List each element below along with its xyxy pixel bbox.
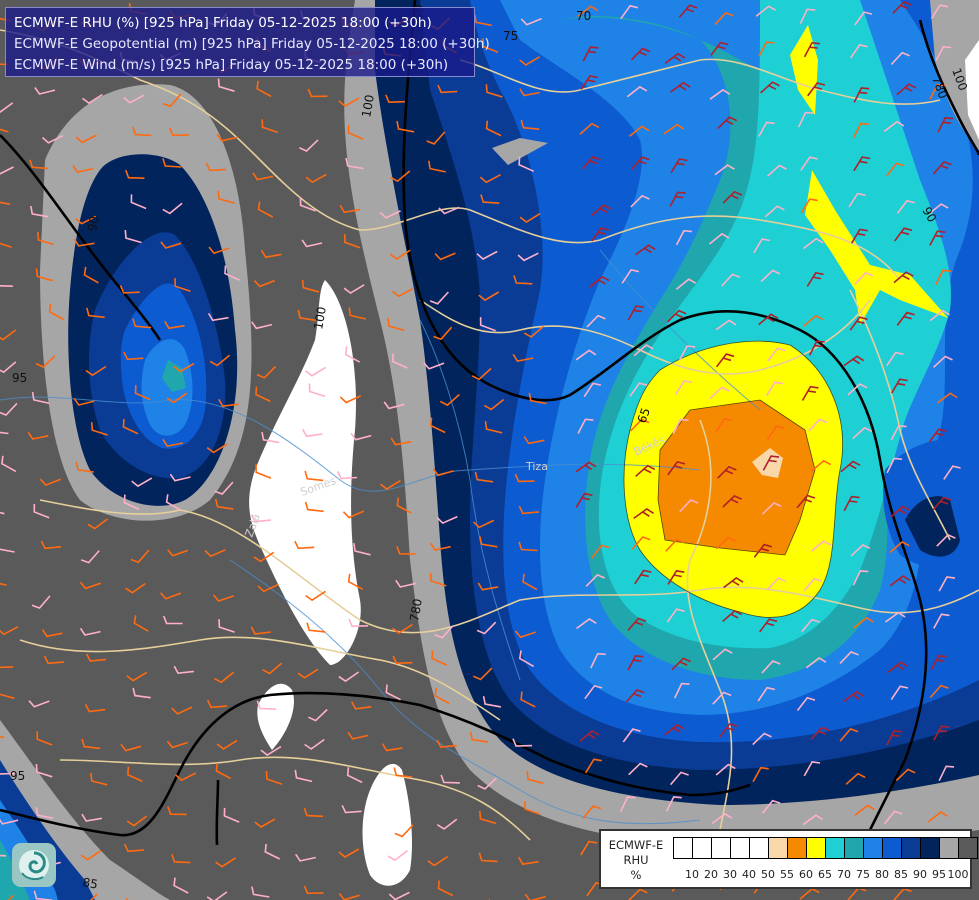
legend-tick: 75	[856, 868, 870, 881]
legend-swatch	[730, 837, 750, 859]
legend-unit: %	[630, 868, 642, 882]
legend-title: ECMWF-E RHU %	[605, 838, 667, 883]
legend-tick: 65	[818, 868, 832, 881]
title-rhu: ECMWF-E RHU (%) [925 hPa] Friday 05-12-2…	[14, 15, 432, 31]
legend-swatch	[863, 837, 883, 859]
rhu-band-55-east	[658, 400, 815, 555]
contour-label-95-sw: 95	[10, 769, 25, 783]
legend-tick: 10	[685, 868, 699, 881]
legend-swatches	[673, 837, 978, 859]
map-title-box: ECMWF-E RHU (%) [925 hPa] Friday 05-12-2…	[5, 7, 490, 77]
legend-tick: 55	[780, 868, 794, 881]
legend-swatch	[825, 837, 845, 859]
contour-label-90-west: 90	[85, 215, 101, 232]
legend-swatch	[958, 837, 978, 859]
legend-tick: 95	[932, 868, 946, 881]
contour-label-70: 70	[576, 9, 591, 23]
contour-label-95-west: 95	[12, 371, 27, 385]
legend-swatch	[939, 837, 959, 859]
legend-tick: 20	[704, 868, 718, 881]
place-label-tiza: Tiza	[525, 460, 548, 473]
legend-tick: 30	[723, 868, 737, 881]
swirl-icon	[19, 850, 49, 881]
title-wind: ECMWF-E Wind (m/s) [925 hPa] Friday 05-1…	[14, 57, 449, 73]
rhu-legend: ECMWF-E RHU % 10 20 30 40 50 55 60 65 70 75 80 85 90…	[599, 829, 978, 889]
legend-tick: 80	[875, 868, 889, 881]
legend-swatch	[787, 837, 807, 859]
legend-swatch	[920, 837, 940, 859]
contour-label-85-sw: 85	[81, 875, 98, 891]
legend-tick: 50	[761, 868, 775, 881]
legend-tick: 70	[837, 868, 851, 881]
legend-tick: 100	[947, 868, 969, 881]
provider-logo	[12, 843, 56, 887]
legend-tick: 85	[894, 868, 908, 881]
legend-swatch	[882, 837, 902, 859]
legend-ticks: 10 20 30 40 50 55 60 65 70 75 80 85 90 95 100	[673, 868, 973, 882]
title-geopotential: ECMWF-E Geopotential (m) [925 hPa] Frida…	[14, 36, 490, 52]
legend-tick: 90	[913, 868, 927, 881]
legend-swatch	[692, 837, 712, 859]
legend-model: ECMWF-E	[608, 838, 664, 852]
legend-swatch	[711, 837, 731, 859]
legend-swatch	[806, 837, 826, 859]
rhu-map: 70 75 780 100 90 100 95 90 100 65 780 78…	[0, 0, 979, 900]
legend-tick: 40	[742, 868, 756, 881]
legend-swatch	[768, 837, 788, 859]
legend-tick: 60	[799, 868, 813, 881]
contour-label-75: 75	[503, 29, 518, 43]
legend-swatch	[844, 837, 864, 859]
legend-swatch	[749, 837, 769, 859]
legend-swatch	[673, 837, 693, 859]
legend-param: RHU	[623, 853, 649, 867]
legend-swatch	[901, 837, 921, 859]
